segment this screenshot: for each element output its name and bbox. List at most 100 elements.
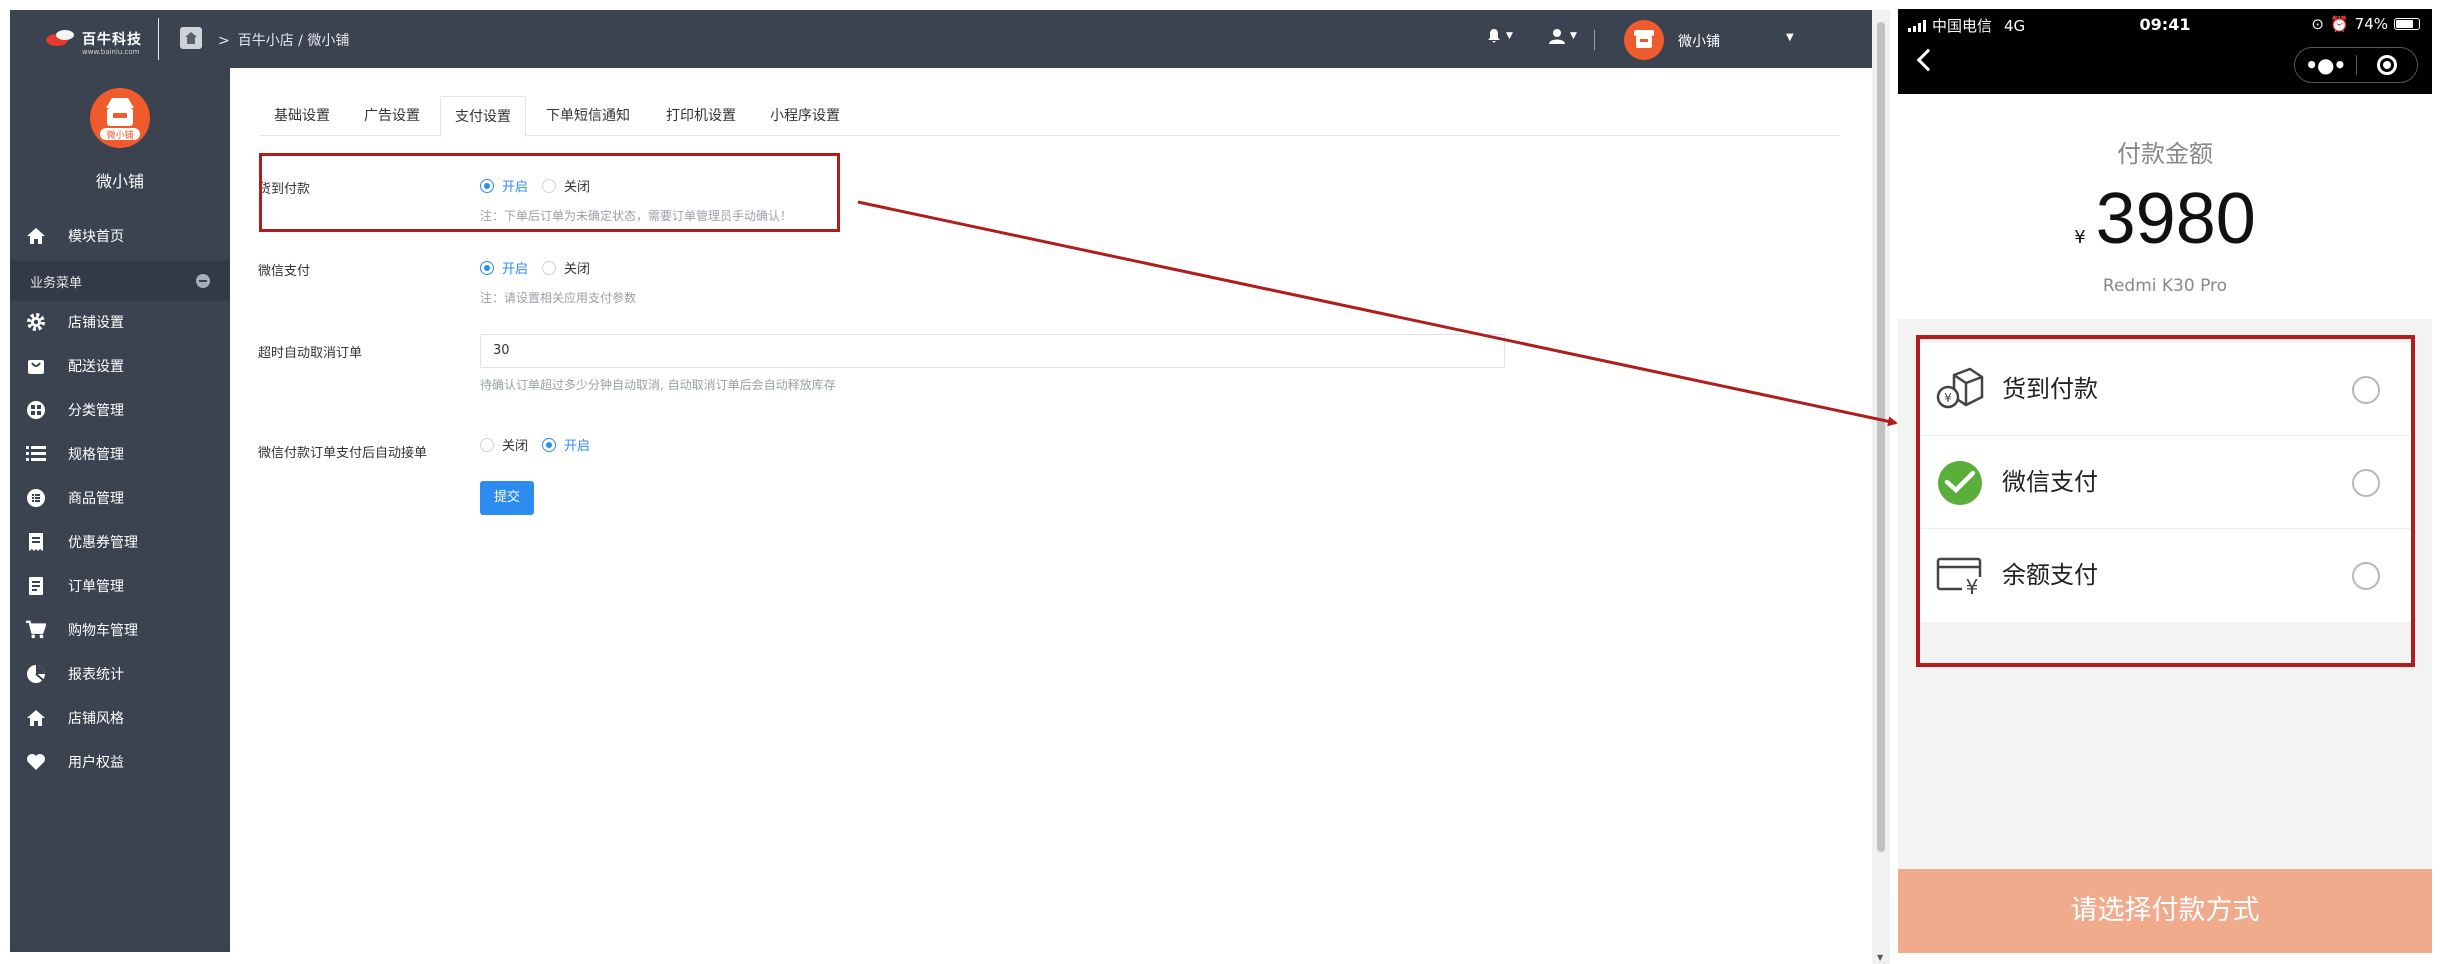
sidebar-item-coupons[interactable]: 优惠券管理 bbox=[10, 522, 230, 562]
settings-tabs: 基础设置 广告设置 支付设置 下单短信通知 打印机设置 小程序设置 bbox=[260, 96, 1840, 137]
home-icon[interactable] bbox=[180, 27, 202, 49]
sidebar-item-label: 用户权益 bbox=[68, 755, 124, 771]
bag-icon bbox=[26, 356, 46, 376]
tab-payment-settings[interactable]: 支付设置 bbox=[440, 96, 526, 137]
more-icon[interactable]: •●• bbox=[2295, 50, 2356, 80]
home-icon bbox=[26, 226, 46, 246]
top-bar: 百牛科技 www.bainiu.com > 百牛小店 / 微小铺 ▼ ▼ 微小铺 … bbox=[10, 10, 1872, 68]
sidebar-item-label: 购物车管理 bbox=[68, 623, 138, 639]
sidebar-item-label: 店铺风格 bbox=[68, 711, 124, 727]
wechat-off-radio[interactable] bbox=[542, 260, 557, 275]
sidebar-item-shop-settings[interactable]: 店铺设置 bbox=[10, 302, 230, 342]
auto-accept-radio-group: 关闭 开启 bbox=[480, 435, 604, 454]
alarm-icon: ⏰ bbox=[2329, 15, 2349, 33]
timeout-note: 待确认订单超过多少分钟自动取消, 自动取消订单后会自动释放库存 bbox=[480, 378, 836, 392]
sidebar-item-specs[interactable]: 规格管理 bbox=[10, 434, 230, 474]
sidebar-item-orders[interactable]: 订单管理 bbox=[10, 566, 230, 606]
battery-icon bbox=[2394, 18, 2420, 30]
top-username[interactable]: 微小铺 bbox=[1678, 31, 1720, 51]
timeout-label: 超时自动取消订单 bbox=[258, 346, 363, 361]
sidebar-group-label: 业务菜单 bbox=[30, 275, 83, 291]
product-name: Redmi K30 Pro bbox=[2102, 276, 2228, 296]
auto-accept-on-label[interactable]: 开启 bbox=[564, 435, 590, 454]
sidebar-item-delivery[interactable]: 配送设置 bbox=[10, 346, 230, 386]
currency-symbol: ¥ bbox=[2074, 227, 2086, 248]
logo-text: 百牛科技 bbox=[82, 32, 142, 48]
sidebar-item-category[interactable]: 分类管理 bbox=[10, 390, 230, 430]
auto-accept-on-radio[interactable] bbox=[542, 437, 557, 452]
coupon-icon bbox=[26, 532, 46, 552]
scroll-down-icon[interactable]: ▼ bbox=[1877, 953, 1883, 962]
sidebar-item-shop-style[interactable]: 店铺风格 bbox=[10, 698, 230, 738]
sidebar-item-label: 商品管理 bbox=[68, 491, 124, 507]
auto-accept-label: 微信付款订单支付后自动接单 bbox=[258, 446, 428, 461]
sidebar-item-label: 分类管理 bbox=[68, 403, 124, 419]
grid-icon bbox=[26, 400, 46, 420]
wechat-off-label[interactable]: 关闭 bbox=[564, 258, 590, 277]
tab-sms-notification[interactable]: 下单短信通知 bbox=[532, 96, 644, 136]
tab-basic-settings[interactable]: 基础设置 bbox=[260, 96, 344, 136]
avatar[interactable] bbox=[1624, 20, 1664, 60]
shop-logo: 微小铺 bbox=[90, 88, 150, 148]
collapse-icon[interactable] bbox=[196, 274, 210, 288]
tab-printer-settings[interactable]: 打印机设置 bbox=[652, 96, 750, 136]
auto-accept-off-label[interactable]: 关闭 bbox=[502, 435, 528, 454]
shop-name: 微小铺 bbox=[95, 172, 144, 191]
divider bbox=[158, 18, 159, 60]
breadcrumb-text[interactable]: 百牛小店 / 微小铺 bbox=[238, 33, 350, 49]
wechat-on-radio[interactable] bbox=[480, 260, 494, 275]
home-icon bbox=[26, 708, 46, 728]
scrollbar-thumb[interactable] bbox=[1877, 22, 1885, 852]
breadcrumb-separator: > bbox=[218, 33, 230, 49]
sidebar: 微小铺 微小铺 模块首页 业务菜单 店铺设置 配送设置 分类管理 规格管理 商品… bbox=[10, 68, 230, 952]
lock-rotation-icon: ⊙ bbox=[2311, 15, 2324, 33]
sidebar-item-reports[interactable]: 报表统计 bbox=[10, 654, 230, 694]
amount-value: 3980 bbox=[2095, 179, 2256, 259]
logo-subtext: www.bainiu.com bbox=[82, 48, 140, 56]
bell-icon bbox=[1488, 29, 1500, 43]
user-menu-button[interactable]: ▼ bbox=[1548, 28, 1577, 44]
sidebar-item-label: 报表统计 bbox=[68, 667, 124, 683]
wechat-pay-label: 微信支付 bbox=[258, 264, 311, 279]
back-icon[interactable] bbox=[1916, 48, 1940, 72]
sidebar-item-label: 优惠券管理 bbox=[68, 535, 138, 551]
sidebar-item-label: 模块首页 bbox=[68, 229, 124, 245]
heart-icon bbox=[26, 752, 46, 772]
brand-logo[interactable]: 百牛科技 www.bainiu.com bbox=[46, 26, 142, 56]
select-payment-button[interactable]: 请选择付款方式 bbox=[1898, 869, 2432, 953]
submit-button[interactable]: 提交 bbox=[480, 481, 534, 515]
sidebar-item-label: 配送设置 bbox=[68, 359, 124, 375]
scrollbar[interactable]: ▼ bbox=[1872, 10, 1890, 964]
divider bbox=[1594, 30, 1595, 50]
tab-miniprogram-settings[interactable]: 小程序设置 bbox=[756, 96, 854, 136]
sidebar-item-user-rights[interactable]: 用户权益 bbox=[10, 742, 230, 782]
wechat-pay-radio-group: 开启 关闭 bbox=[480, 258, 604, 277]
battery-percent: 74% bbox=[2354, 15, 2388, 33]
goods-icon bbox=[26, 488, 46, 508]
user-icon bbox=[1549, 29, 1565, 44]
sidebar-item-label: 订单管理 bbox=[68, 579, 124, 595]
sidebar-group-header[interactable]: 业务菜单 bbox=[10, 261, 230, 301]
status-right: ⊙ ⏰ 74% bbox=[2311, 15, 2420, 33]
sidebar-item-label: 规格管理 bbox=[68, 447, 124, 463]
auto-accept-off-radio[interactable] bbox=[480, 437, 494, 452]
order-icon bbox=[26, 576, 46, 596]
payment-title: 付款金额 bbox=[2117, 140, 2213, 168]
payment-amount: ¥ 3980 bbox=[1898, 178, 2432, 260]
close-miniprogram-icon[interactable] bbox=[2356, 55, 2417, 75]
tab-ad-settings[interactable]: 广告设置 bbox=[350, 96, 434, 136]
miniprogram-capsule: •●• bbox=[2294, 47, 2418, 83]
chevron-down-icon[interactable]: ▼ bbox=[1786, 32, 1794, 43]
cart-icon bbox=[26, 620, 46, 640]
gear-icon bbox=[26, 312, 46, 332]
wechat-on-label[interactable]: 开启 bbox=[502, 258, 528, 277]
notifications-button[interactable]: ▼ bbox=[1486, 28, 1513, 44]
sidebar-item-cart[interactable]: 购物车管理 bbox=[10, 610, 230, 650]
sidebar-item-home[interactable]: 模块首页 bbox=[10, 216, 230, 256]
highlight-box-payment-methods bbox=[1916, 335, 2415, 667]
payment-summary: 付款金额 ¥ 3980 Redmi K30 Pro bbox=[1898, 94, 2432, 319]
breadcrumb: > 百牛小店 / 微小铺 bbox=[218, 30, 349, 50]
sidebar-item-goods[interactable]: 商品管理 bbox=[10, 478, 230, 518]
status-bar: 中国电信 4G 09:41 ⊙ ⏰ 74% •●• bbox=[1898, 9, 2432, 94]
timeout-input[interactable]: 30 bbox=[480, 334, 1505, 368]
